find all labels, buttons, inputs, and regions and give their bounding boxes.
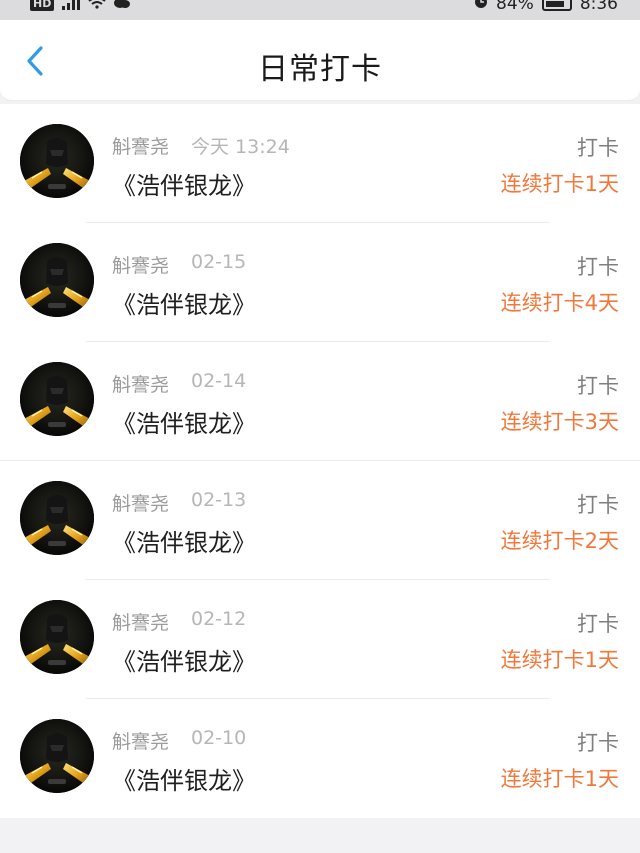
book-title[interactable]: 《浩伴银龙》: [112, 166, 256, 201]
book-title[interactable]: 《浩伴银龙》: [112, 404, 256, 439]
checkin-time: 02-12: [191, 608, 247, 630]
checkin-time: 02-14: [191, 370, 247, 392]
avatar[interactable]: [20, 600, 94, 674]
checkin-time: 02-10: [191, 727, 247, 749]
user-name: 斛謇尧: [112, 255, 170, 277]
checkin-time: 02-13: [191, 489, 247, 511]
page-title: 日常打卡: [258, 52, 382, 87]
checkin-label: 打卡: [577, 136, 619, 160]
user-name: 斛謇尧: [112, 612, 170, 634]
list-item[interactable]: 斛謇尧 02-12 《浩伴银龙》 打卡 连续打卡1天: [0, 580, 640, 699]
checkin-time: 今天 13:24: [191, 136, 290, 158]
wechat-icon: [114, 0, 131, 14]
checkin-label: 打卡: [577, 731, 619, 755]
user-name: 斛謇尧: [112, 374, 170, 396]
avatar[interactable]: [20, 719, 94, 793]
list-item[interactable]: 斛謇尧 02-14 《浩伴银龙》 打卡 连续打卡3天: [0, 342, 640, 461]
wifi-icon: [88, 0, 106, 14]
streak-label: 连续打卡4天: [500, 291, 619, 315]
checkin-time: 02-15: [191, 251, 247, 273]
list-item[interactable]: 斛謇尧 今天 13:24 《浩伴银龙》 打卡 连续打卡1天: [0, 104, 640, 223]
avatar[interactable]: [20, 124, 94, 198]
battery-icon: [541, 0, 572, 11]
list-item[interactable]: 斛謇尧 02-13 《浩伴银龙》 打卡 连续打卡2天: [0, 461, 640, 580]
streak-label: 连续打卡1天: [500, 767, 619, 791]
user-name: 斛謇尧: [112, 493, 170, 515]
book-title[interactable]: 《浩伴银龙》: [112, 642, 256, 677]
avatar[interactable]: [20, 243, 94, 317]
streak-label: 连续打卡1天: [500, 172, 619, 196]
user-name: 斛謇尧: [112, 136, 170, 158]
checkin-label: 打卡: [577, 493, 619, 517]
checkin-label: 打卡: [577, 255, 619, 279]
hd-badge: HD: [30, 0, 55, 11]
book-title[interactable]: 《浩伴银龙》: [112, 523, 256, 558]
book-title[interactable]: 《浩伴银龙》: [112, 761, 256, 796]
avatar[interactable]: [20, 481, 94, 555]
avatar[interactable]: [20, 362, 94, 436]
signal-icon: [62, 0, 81, 10]
list-item[interactable]: 斛謇尧 02-10 《浩伴银龙》 打卡 连续打卡1天: [0, 699, 640, 818]
checkin-label: 打卡: [577, 374, 619, 398]
status-bar: HD 84% 8:36: [0, 0, 640, 20]
book-title[interactable]: 《浩伴银龙》: [112, 285, 256, 320]
user-name: 斛謇尧: [112, 731, 170, 753]
streak-label: 连续打卡3天: [500, 410, 619, 434]
status-left: HD: [30, 0, 131, 14]
list-item[interactable]: 斛謇尧 02-15 《浩伴银龙》 打卡 连续打卡4天: [0, 223, 640, 342]
app-header: 日常打卡: [0, 20, 640, 101]
status-right: 84% 8:36: [474, 0, 618, 14]
alarm-icon: [474, 0, 488, 14]
clock-time: 8:36: [579, 0, 618, 14]
checkin-label: 打卡: [577, 612, 619, 636]
checkin-list: 斛謇尧 今天 13:24 《浩伴银龙》 打卡 连续打卡1天 斛謇尧 02-15 …: [0, 104, 640, 818]
battery-percent: 84%: [496, 0, 534, 14]
streak-label: 连续打卡2天: [500, 529, 619, 553]
streak-label: 连续打卡1天: [500, 648, 619, 672]
